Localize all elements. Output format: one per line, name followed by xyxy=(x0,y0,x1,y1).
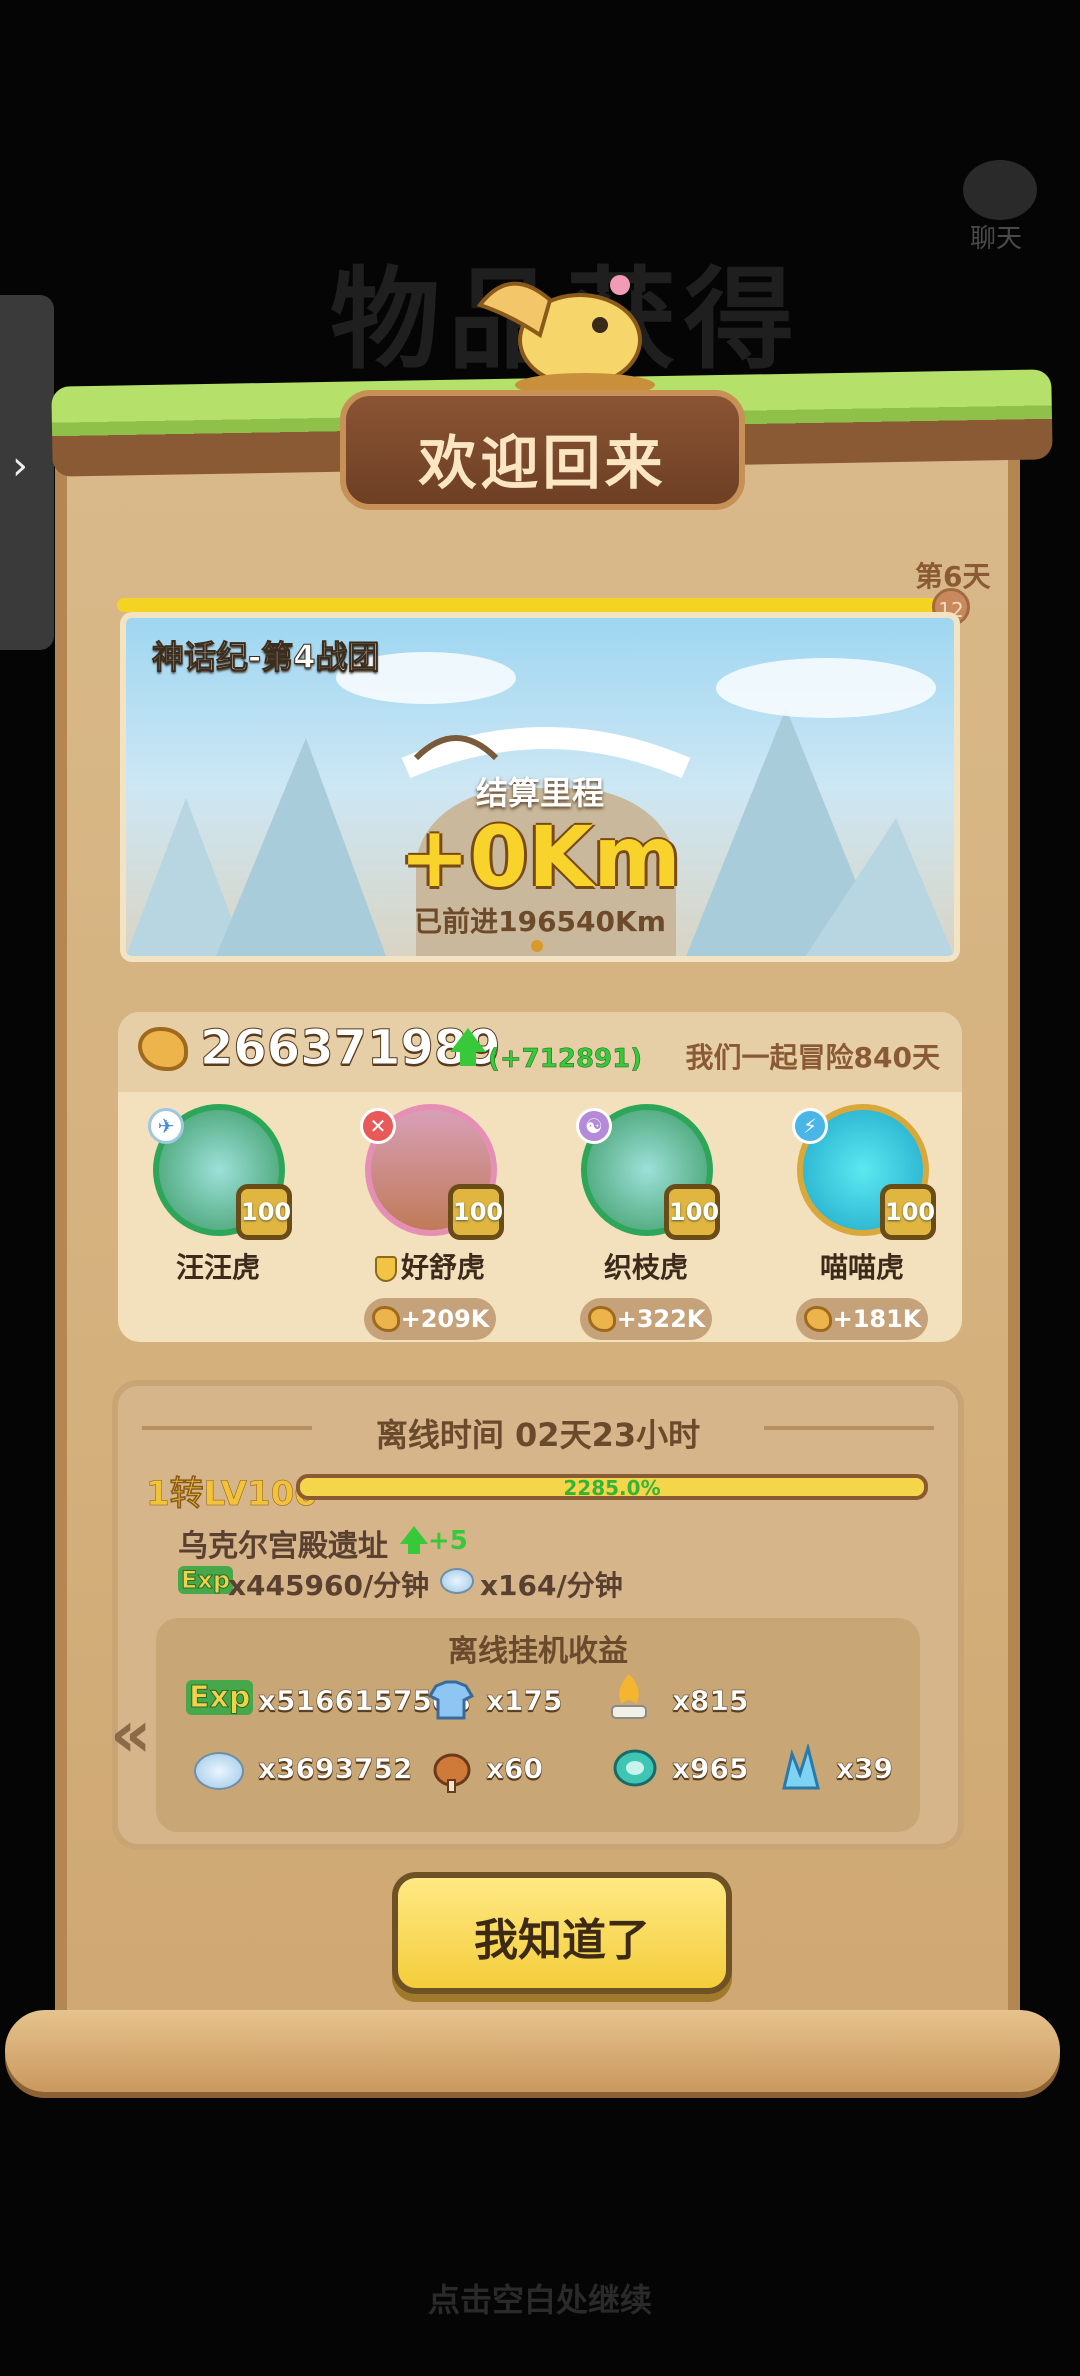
chat-label: 聊天 xyxy=(970,224,1023,254)
shirt-icon xyxy=(428,1680,474,1720)
hero-level: 100 xyxy=(664,1184,720,1240)
page-title: 欢迎回来 xyxy=(418,429,667,497)
fire-element-icon: ✕ xyxy=(360,1108,396,1144)
exp-icon: Exp xyxy=(178,1566,234,1595)
map-name: 乌克尔宫殿遗址 xyxy=(178,1529,388,1564)
increase-arrow-icon xyxy=(450,1028,486,1066)
mileage-gain: +0Km xyxy=(399,808,681,906)
confirm-button[interactable]: 我知道了 xyxy=(392,1872,732,1994)
exp-rate: x445960/分钟 xyxy=(228,1569,430,1602)
confirm-button-label: 我知道了 xyxy=(474,1915,650,1966)
reward-value: x815 xyxy=(672,1684,749,1718)
gem-icon xyxy=(613,1749,657,1787)
psychic-element-icon: ☯ xyxy=(576,1108,612,1144)
side-drawer-handle[interactable]: › xyxy=(0,295,54,650)
hero-name-text: 好舒虎 xyxy=(400,1251,485,1284)
chat-button[interactable]: 聊天 xyxy=(945,150,1055,260)
hero-panel: 266371989 (+712891) 我们一起冒险840天 ✈ 100 汪汪虎… xyxy=(118,1012,962,1342)
hero-level: 100 xyxy=(448,1184,504,1240)
crystal-icon xyxy=(782,1744,820,1790)
stone-icon xyxy=(440,1568,474,1594)
offline-time: 离线时间 02天23小时 xyxy=(375,1416,701,1454)
level-progress-bar: 2285.0% xyxy=(296,1474,928,1500)
hero-level: 100 xyxy=(880,1184,936,1240)
horn-bird-icon xyxy=(476,275,655,395)
hero-bonus-value: +322K xyxy=(616,1305,706,1333)
hero-card[interactable]: ☯ 100 织枝虎 +322K xyxy=(556,1104,736,1340)
increase-arrow-icon xyxy=(400,1526,428,1554)
hero-level: 100 xyxy=(236,1184,292,1240)
hero-name: 织枝虎 xyxy=(603,1251,688,1284)
coin-icon xyxy=(804,1306,832,1332)
reward-value: x39 xyxy=(836,1752,894,1786)
exp-icon: Exp xyxy=(186,1680,254,1716)
coin-icon xyxy=(588,1306,616,1332)
reward-value: x3693752 xyxy=(258,1752,413,1786)
hero-card[interactable]: ✕ 100 好舒虎 +209K xyxy=(340,1104,520,1340)
scroll-rod xyxy=(5,2010,1060,2092)
meat-icon xyxy=(433,1753,471,1793)
rewards-title: 离线挂机收益 xyxy=(448,1634,628,1669)
hero-name: 好舒虎 xyxy=(340,1246,520,1286)
stone-icon xyxy=(194,1752,244,1790)
continue-hint[interactable]: 点击空白处继续 xyxy=(0,2275,1080,2321)
coin-icon xyxy=(372,1306,400,1332)
hero-coin-bonus: +322K xyxy=(580,1298,712,1340)
mileage-progress: 已前进196540Km xyxy=(414,905,666,938)
fire-icon xyxy=(611,1674,647,1719)
coin-icon xyxy=(138,1027,188,1071)
map-bonus: +5 xyxy=(428,1526,468,1556)
level-progress-text: 2285.0% xyxy=(563,1476,661,1500)
stone-rate: x164/分钟 xyxy=(480,1569,623,1602)
reward-value: x965 xyxy=(672,1752,749,1786)
offline-rewards: « 离线挂机收益 Exp x5166157508 x175 x815 x3693… xyxy=(110,1618,920,1832)
coin-strip: 266371989 (+712891) 我们一起冒险840天 xyxy=(118,1012,962,1092)
page-indicator-dot xyxy=(531,940,543,952)
hero-name: 喵喵虎 xyxy=(819,1251,904,1284)
hero-card[interactable]: ⚡ 100 喵喵虎 +181K xyxy=(772,1104,952,1340)
hero-bonus-value: +181K xyxy=(832,1305,922,1333)
reward-value: x175 xyxy=(486,1684,563,1718)
previous-page-icon[interactable]: « xyxy=(110,1698,151,1772)
adventure-days: 我们一起冒险840天 xyxy=(685,1041,940,1074)
wind-element-icon: ✈ xyxy=(148,1108,184,1144)
offline-panel: 离线时间 02天23小时 1转LV100 2285.0% 乌克尔宫殿遗址 +5 … xyxy=(110,1380,964,1850)
timeline-bar xyxy=(117,598,952,612)
hero-card[interactable]: ✈ 100 汪汪虎 xyxy=(128,1104,308,1334)
thunder-element-icon: ⚡ xyxy=(792,1108,828,1144)
hero-coin-bonus: +209K xyxy=(364,1298,496,1340)
mileage-banner[interactable]: 神话纪-第4战团 结算里程 +0Km 已前进196540Km xyxy=(120,612,960,962)
header-plank: 欢迎回来 xyxy=(340,390,745,510)
chat-icon xyxy=(963,160,1037,220)
reward-value: x60 xyxy=(486,1752,544,1786)
hero-coin-bonus: +181K xyxy=(796,1298,928,1340)
screen[interactable]: 物品获得 聊天 › 欢迎回来 第6天 12 神话纪-第4战团 xyxy=(0,0,1080,2376)
chevron-right-icon: › xyxy=(12,443,28,489)
shield-icon xyxy=(374,1256,397,1282)
hero-bonus-value: +209K xyxy=(400,1305,490,1333)
level-label: 1转LV100 xyxy=(146,1474,318,1515)
coin-gain: (+712891) xyxy=(488,1044,643,1075)
team-name: 神话纪-第4战团 xyxy=(152,638,381,677)
hero-name: 汪汪虎 xyxy=(175,1251,260,1284)
